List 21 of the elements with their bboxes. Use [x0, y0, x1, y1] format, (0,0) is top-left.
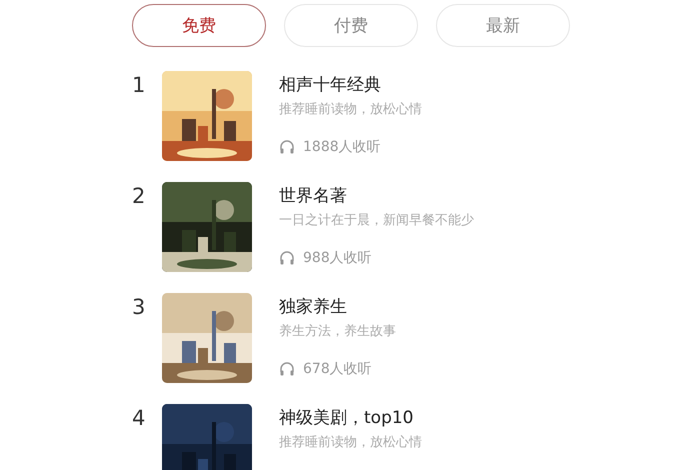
rank-number: 3 [132, 295, 146, 319]
filter-tab[interactable]: 付费 [284, 4, 418, 47]
program-description: 推荐睡前读物，放松心情 [279, 101, 422, 118]
listener-count: 678人收听 [303, 360, 372, 378]
listener-count: 988人收听 [303, 249, 372, 267]
program-title[interactable]: 神级美剧，top10 [279, 406, 422, 430]
headphones-icon [279, 139, 295, 155]
program-description: 养生方法，养生故事 [279, 323, 396, 340]
program-title[interactable]: 独家养生 [279, 295, 396, 319]
rank-number: 1 [132, 73, 146, 97]
program-title[interactable]: 世界名著 [279, 184, 474, 208]
program-description: 一日之计在于晨，新闻早餐不能少 [279, 212, 474, 229]
rank-number: 2 [132, 184, 146, 208]
rank-number: 4 [132, 406, 146, 430]
filter-tab[interactable]: 最新 [436, 4, 570, 47]
headphones-icon [279, 250, 295, 266]
program-description: 推荐睡前读物，放松心情 [279, 434, 422, 451]
filter-tab[interactable]: 免费 [132, 4, 266, 47]
listener-count: 1888人收听 [303, 138, 381, 156]
program-title[interactable]: 相声十年经典 [279, 73, 422, 97]
headphones-icon [279, 361, 295, 377]
